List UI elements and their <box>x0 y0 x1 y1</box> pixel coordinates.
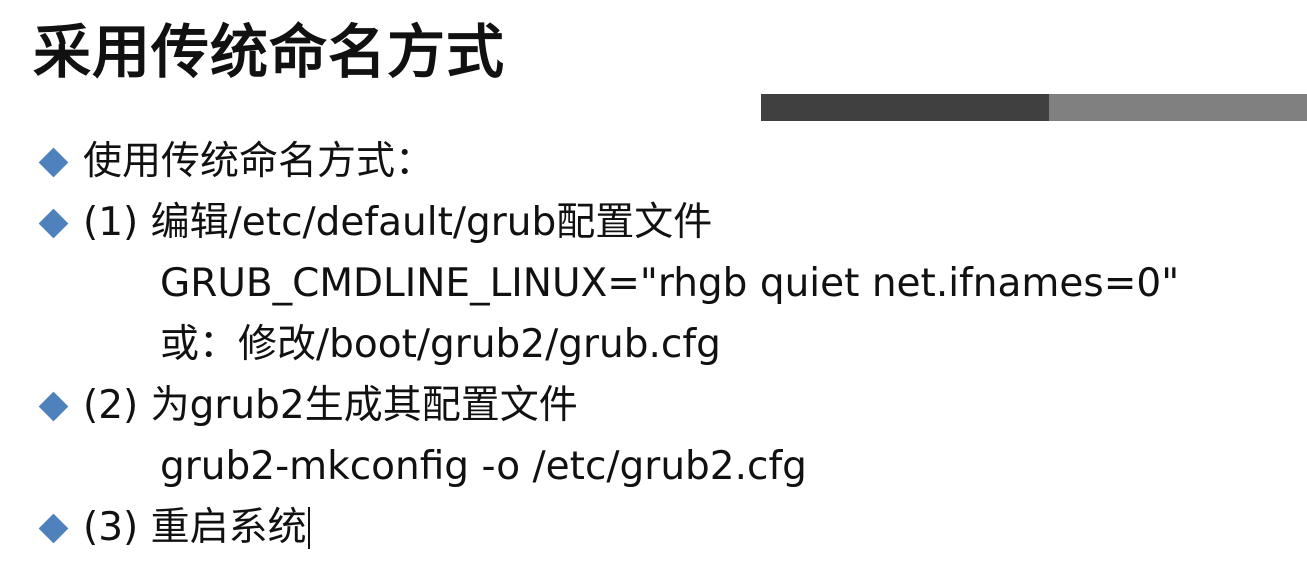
diamond-bullet-icon <box>38 208 69 238</box>
bullet-text: 使用传统命名方式： <box>83 139 435 184</box>
command-line-mkconfig: grub2-mkconfig -o /etc/grub2.cfg <box>160 444 807 489</box>
bullet-item-intro: 使用传统命名方式： <box>38 134 434 190</box>
bullet-text: (2) 为grub2生成其配置文件 <box>83 383 578 428</box>
title-accent-bar-light <box>1049 94 1307 121</box>
bullet-item-step-3: (3) 重启系统 <box>38 500 310 556</box>
bullet-text: (1) 编辑/etc/default/grub配置文件 <box>83 200 713 245</box>
bullet-item-step-2: (2) 为grub2生成其配置文件 <box>38 378 578 434</box>
diamond-bullet-icon <box>38 513 69 543</box>
diamond-bullet-icon <box>38 391 69 421</box>
config-line-grub-cmdline: GRUB_CMDLINE_LINUX="rhgb quiet net.ifnam… <box>160 261 1180 306</box>
text-cursor <box>307 507 310 549</box>
title-accent-bar-dark <box>761 94 1049 121</box>
bullet-item-step-1: (1) 编辑/etc/default/grub配置文件 <box>38 195 712 251</box>
config-line-alternative: 或：修改/boot/grub2/grub.cfg <box>160 322 721 367</box>
bullet-text: (3) 重启系统 <box>83 505 307 550</box>
diamond-bullet-icon <box>38 147 69 177</box>
slide-title: 采用传统命名方式 <box>33 18 506 86</box>
